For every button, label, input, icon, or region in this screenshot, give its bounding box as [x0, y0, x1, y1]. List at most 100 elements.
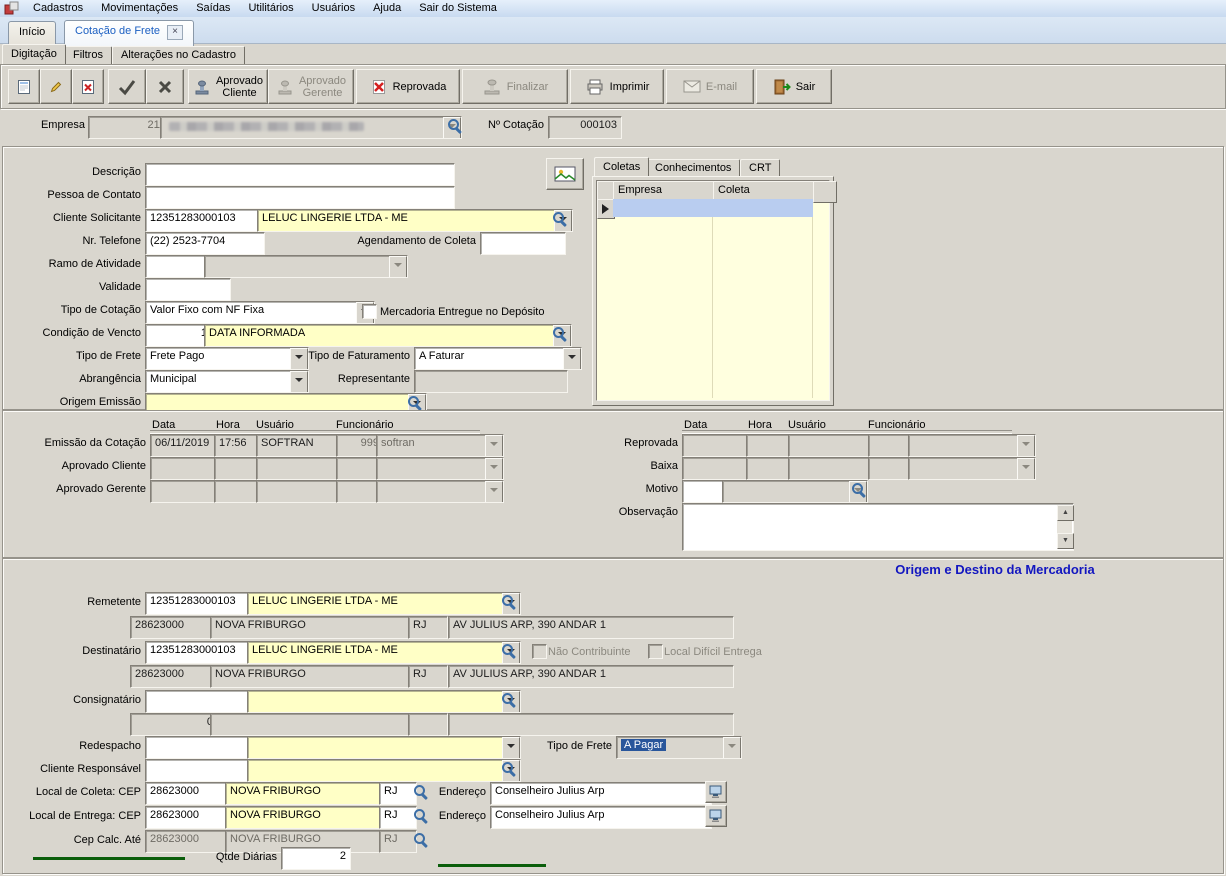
origem-emissao-lookup-icon[interactable] [406, 394, 423, 411]
tipo-frete-destino-label: Tipo de Frete [512, 740, 612, 752]
delete-record-button[interactable] [72, 69, 104, 104]
menu-utilitarios[interactable]: Utilitários [239, 1, 302, 16]
aprovado-gerente-button[interactable]: AprovadoGerente [268, 69, 354, 104]
new-record-button[interactable] [8, 69, 40, 104]
tipo-faturamento-combo[interactable]: A Faturar [414, 347, 582, 370]
imprimir-button[interactable]: Imprimir [570, 69, 664, 104]
empresa-nome-combo[interactable] [160, 116, 462, 139]
coleta-cidade-combo[interactable]: NOVA FRIBURGO [225, 782, 401, 805]
condicao-vencto-lookup-icon[interactable] [551, 325, 568, 342]
destinatario-lookup-icon[interactable] [500, 642, 517, 659]
pessoa-contato-field[interactable] [145, 186, 455, 209]
edit-record-button[interactable] [40, 69, 72, 104]
qtde-diarias-field[interactable]: 2 [281, 847, 351, 870]
mercadoria-deposito-checkbox[interactable] [362, 304, 377, 319]
condicao-vencto-codigo-field[interactable]: 1 [145, 324, 212, 347]
cliente-solicitante-label: Cliente Solicitante [11, 212, 141, 224]
reprovada-func-combo[interactable] [908, 434, 1036, 457]
close-tab-icon[interactable]: × [167, 25, 183, 40]
redespacho-cnpj-field[interactable] [145, 736, 255, 759]
email-button[interactable]: E-mail [666, 69, 754, 104]
entrega-lookup-icon[interactable] [412, 807, 429, 824]
coleta-cep-field[interactable]: 28623000 [145, 782, 233, 805]
destinatario-combo[interactable]: LELUC LINGERIE LTDA - ME [247, 641, 521, 664]
menu-sair-sistema[interactable]: Sair do Sistema [410, 1, 506, 16]
consignatario-combo[interactable] [247, 690, 521, 713]
condicao-vencto-combo[interactable]: DATA INFORMADA [204, 324, 572, 347]
photo-button[interactable] [546, 158, 584, 190]
empresa-lookup-icon[interactable] [446, 117, 463, 134]
tipo-frete-combo[interactable]: Frete Pago [145, 347, 309, 370]
baixa-func-combo[interactable] [908, 457, 1036, 480]
motivo-combo[interactable] [722, 480, 868, 503]
cliente-responsavel-combo[interactable] [247, 759, 521, 782]
menu-saidas[interactable]: Saídas [187, 1, 239, 16]
remetente-combo[interactable]: LELUC LINGERIE LTDA - ME [247, 592, 521, 615]
remetente-cnpj-field[interactable]: 12351283000103 [145, 592, 255, 615]
emissao-funcionario-combo[interactable]: softran [376, 434, 504, 457]
imprimir-label: Imprimir [610, 81, 650, 93]
ramo-combo[interactable] [204, 255, 408, 278]
local-dificil-checkbox[interactable] [648, 644, 663, 659]
scroll-up-icon[interactable]: ▲ [1057, 505, 1074, 521]
nao-contribuinte-checkbox[interactable] [532, 644, 547, 659]
entrega-cep-field[interactable]: 28623000 [145, 806, 233, 829]
entrega-endereco-field[interactable]: Conselheiro Julius Arp [490, 806, 712, 829]
consignatario-cnpj-field[interactable] [145, 690, 255, 713]
aprovado-cliente-button[interactable]: AprovadoCliente [188, 69, 268, 104]
reprovada-button[interactable]: Reprovada [356, 69, 460, 104]
tipo-frete-destino-combo[interactable]: A Pagar [616, 736, 742, 759]
representante-field[interactable] [414, 370, 568, 393]
tab-cotacao-frete[interactable]: Cotação de Frete× [64, 20, 194, 47]
cliente-responsavel-lookup-icon[interactable] [500, 760, 517, 777]
descricao-field[interactable] [145, 163, 455, 186]
validade-field[interactable] [145, 278, 231, 301]
tipo-faturamento-arrow-icon [563, 348, 581, 370]
remetente-lookup-icon[interactable] [500, 593, 517, 610]
cliente-solicitante-combo[interactable]: LELUC LINGERIE LTDA - ME [257, 209, 573, 232]
menu-cadastros[interactable]: Cadastros [24, 1, 92, 16]
entrega-cidade-combo[interactable]: NOVA FRIBURGO [225, 806, 401, 829]
sair-button[interactable]: Sair [756, 69, 832, 104]
observacao-scrollbar[interactable]: ▲ ▼ [1057, 505, 1072, 549]
menu-movimentacoes[interactable]: Movimentações [92, 1, 187, 16]
emissao-usuario-field: SOFTRAN [256, 434, 344, 457]
agendamento-field[interactable] [480, 232, 566, 255]
grid-selected-cell-empresa[interactable] [613, 199, 713, 217]
telefone-field[interactable]: (22) 2523-7704 [145, 232, 265, 255]
cliente-responsavel-cnpj-field[interactable] [145, 759, 255, 782]
aprovger-func-combo[interactable] [376, 480, 504, 503]
tipo-cotacao-combo[interactable]: Valor Fixo com NF Fixa [145, 301, 375, 324]
consignatario-lookup-icon[interactable] [500, 691, 517, 708]
abrangencia-combo[interactable]: Municipal [145, 370, 309, 393]
origem-destino-title: Origem e Destino da Mercadoria [780, 562, 1210, 577]
confirm-button[interactable] [108, 69, 146, 104]
menu-ajuda[interactable]: Ajuda [364, 1, 410, 16]
tab-crt-label: CRT [749, 162, 771, 174]
cliente-solicitante-cnpj-field[interactable]: 12351283000103 [145, 209, 265, 232]
destinatario-endereco-field: AV JULIUS ARP, 390 ANDAR 1 [448, 665, 734, 688]
cliente-solicitante-lookup-icon[interactable] [551, 210, 568, 227]
menu-usuarios[interactable]: Usuários [303, 1, 364, 16]
motivo-lookup-icon[interactable] [850, 481, 867, 498]
pessoa-contato-label: Pessoa de Contato [11, 189, 141, 201]
entrega-endereco-button[interactable] [705, 805, 727, 827]
subtab-filtros-label: Filtros [73, 49, 103, 61]
finalizar-button[interactable]: Finalizar [462, 69, 568, 104]
scroll-down-icon[interactable]: ▼ [1057, 533, 1074, 549]
tipo-cotacao-value: Valor Fixo com NF Fixa [150, 304, 264, 316]
aprovcli-func-combo[interactable] [376, 457, 504, 480]
grid-col-filler [813, 181, 837, 203]
num-cotacao-field[interactable]: 000103 [548, 116, 622, 139]
cepcalc-lookup-icon[interactable] [412, 831, 429, 848]
coleta-lookup-icon[interactable] [412, 783, 429, 800]
destinatario-cnpj-field[interactable]: 12351283000103 [145, 641, 255, 664]
grid-selected-cell-coleta[interactable] [713, 199, 813, 217]
cancel-button[interactable] [146, 69, 184, 104]
coleta-endereco-button[interactable] [705, 781, 727, 803]
coleta-endereco-field[interactable]: Conselheiro Julius Arp [490, 782, 712, 805]
observacao-textarea[interactable]: ▲ ▼ [682, 503, 1074, 551]
ramo-codigo-field[interactable] [145, 255, 212, 278]
redespacho-combo[interactable] [247, 736, 521, 759]
empresa-codigo-field[interactable]: 211 [88, 116, 170, 139]
